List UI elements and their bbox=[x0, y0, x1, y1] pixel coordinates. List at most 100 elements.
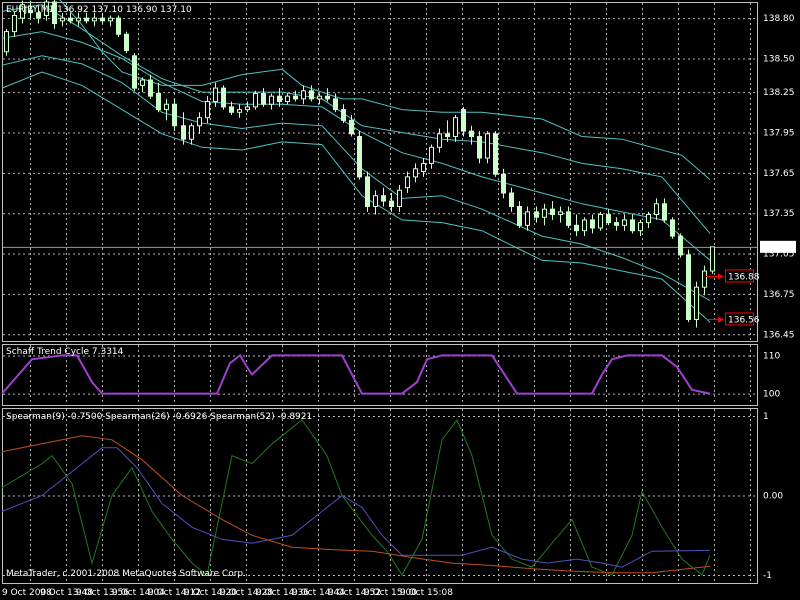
candle-bull bbox=[421, 162, 426, 173]
candle-bull bbox=[12, 14, 17, 33]
candle-bear bbox=[550, 208, 555, 216]
candle-bull bbox=[205, 101, 210, 119]
level-marker-label: 136.56 bbox=[728, 315, 760, 325]
candle-bull bbox=[92, 17, 97, 22]
candle-bear bbox=[574, 224, 579, 232]
candle-bear bbox=[381, 195, 386, 202]
candle-bull bbox=[108, 17, 113, 22]
metatrader-chart-window: 138.80 138.50 138.25 137.95 137.65 137.35 137.… bbox=[0, 0, 800, 600]
candle-bear bbox=[325, 95, 330, 100]
candle-bull bbox=[4, 31, 9, 53]
candle-bear bbox=[116, 17, 121, 35]
candle-bear bbox=[181, 125, 186, 140]
candle-bull bbox=[437, 133, 442, 148]
candle-bull bbox=[542, 208, 547, 218]
candle-bull bbox=[413, 168, 418, 178]
candle-bear bbox=[293, 95, 298, 100]
candle-bull bbox=[694, 286, 699, 320]
candle-bull bbox=[213, 87, 218, 103]
candle-bear bbox=[261, 92, 266, 105]
candle-bear bbox=[606, 214, 611, 224]
candle-bull bbox=[558, 211, 563, 216]
spearman-tick-label: -1 bbox=[763, 571, 772, 581]
symbol-info: EURJPY,M1 136.92 137.10 136.90 137.10 bbox=[6, 5, 192, 15]
candle-bull bbox=[189, 125, 194, 140]
level-marker-arrow-icon bbox=[718, 273, 724, 280]
candle-bear bbox=[365, 176, 370, 207]
candle-bear bbox=[221, 87, 226, 108]
candle-bull bbox=[373, 195, 378, 207]
candle-bull bbox=[429, 146, 434, 164]
candle-bear bbox=[68, 17, 73, 22]
candle-bear bbox=[670, 219, 675, 237]
candle-bear bbox=[277, 95, 282, 103]
level-marker-label: 136.88 bbox=[728, 272, 760, 282]
candle-bull bbox=[638, 222, 643, 232]
candle-bear bbox=[84, 17, 89, 22]
price-tick-label: 138.25 bbox=[763, 88, 795, 98]
candle-bull bbox=[245, 106, 250, 111]
candle-bear bbox=[341, 109, 346, 121]
candle-bull bbox=[60, 17, 65, 22]
candle-bull bbox=[197, 117, 202, 127]
candle-bear bbox=[534, 211, 539, 218]
candle-bull bbox=[598, 214, 603, 229]
chart-canvas[interactable]: 138.80 138.50 138.25 137.95 137.65 137.35 137.… bbox=[0, 0, 800, 600]
candle-bear bbox=[509, 192, 514, 207]
candle-bear bbox=[229, 106, 234, 113]
candle-bull bbox=[253, 92, 258, 108]
candle-bull bbox=[237, 109, 242, 113]
candle-bear bbox=[389, 200, 394, 207]
price-tick-label: 138.80 bbox=[763, 14, 795, 24]
candle-bear bbox=[333, 98, 338, 111]
candle-bear bbox=[686, 254, 691, 320]
candle-bull bbox=[654, 203, 659, 216]
band-line-upper-inner bbox=[1, 4, 711, 234]
candle-bear bbox=[469, 130, 474, 138]
copyright-text: MetaTrader, c 2001-2008 MetaQuotes Softw… bbox=[6, 569, 246, 579]
candle-bull bbox=[140, 79, 145, 86]
candle-bear bbox=[309, 90, 314, 100]
candle-bull bbox=[622, 219, 627, 226]
candle-bull bbox=[453, 117, 458, 138]
candle-bear bbox=[630, 219, 635, 232]
price-tick-label: 137.95 bbox=[763, 128, 795, 138]
candle-bear bbox=[678, 235, 683, 256]
candle-bull bbox=[582, 219, 587, 232]
candle-bear bbox=[445, 133, 450, 138]
candle-bear bbox=[477, 136, 482, 159]
band-line-middle bbox=[1, 31, 711, 261]
price-tick-label: 138.50 bbox=[763, 55, 795, 65]
panel-frame-1 bbox=[2, 2, 758, 342]
stc-tick-label: 110 bbox=[763, 351, 780, 361]
price-tick-label: 136.75 bbox=[763, 290, 795, 300]
current-price-label: 137.10 bbox=[763, 243, 795, 253]
candle-bear bbox=[566, 211, 571, 226]
candle-bull bbox=[710, 246, 715, 272]
price-tick-label: 136.45 bbox=[763, 330, 795, 340]
candle-bull bbox=[164, 103, 169, 111]
candle-bear bbox=[124, 33, 129, 51]
candle-bear bbox=[148, 79, 153, 97]
candle-bear bbox=[590, 219, 595, 229]
candle-bear bbox=[156, 92, 161, 111]
candle-bear bbox=[357, 136, 362, 178]
candle-bull bbox=[525, 211, 530, 226]
candle-bear bbox=[501, 173, 506, 194]
stc-tick-label: 100 bbox=[763, 390, 780, 400]
spearman-tick-label: 1 bbox=[763, 412, 769, 422]
candle-bear bbox=[517, 205, 522, 226]
band-line-upper-outer bbox=[58, 0, 711, 180]
candle-bull bbox=[405, 176, 410, 189]
candle-bull bbox=[397, 189, 402, 207]
candle-bull bbox=[485, 133, 490, 159]
price-tick-label: 137.65 bbox=[763, 169, 795, 179]
candle-bear bbox=[100, 17, 105, 22]
candle-bull bbox=[285, 95, 290, 103]
spearman-tick-label: 0.00 bbox=[763, 492, 783, 502]
candle-bear bbox=[614, 222, 619, 226]
stc-title: Schaff Trend Cycle 7.3314 bbox=[6, 347, 124, 357]
candle-bear bbox=[172, 103, 177, 127]
candle-bear bbox=[493, 133, 498, 175]
candle-bear bbox=[349, 119, 354, 135]
